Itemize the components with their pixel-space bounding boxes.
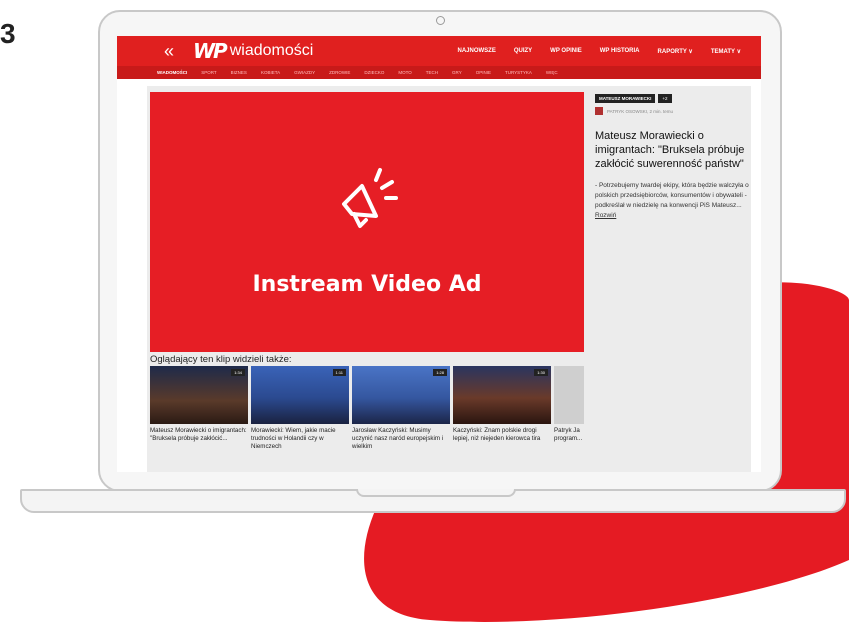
subnav-wiadomosci[interactable]: WIADOMOŚCI <box>157 70 187 75</box>
video-duration: 1:34 <box>231 369 245 376</box>
related-video-2[interactable]: 1:11 Morawiecki: Wiem, jakie macie trudn… <box>251 366 349 451</box>
site-logo[interactable]: WP wiadomości <box>193 39 313 63</box>
logo-text: wiadomości <box>229 42 314 59</box>
video-duration: 1:30 <box>534 369 548 376</box>
nav-raporty[interactable]: RAPORTY ∨ <box>658 48 693 55</box>
video-caption: Kaczyński: Znam polskie drogi lepiej, ni… <box>453 427 541 442</box>
subnav-tech[interactable]: TECH <box>426 70 438 75</box>
tag-count-badge[interactable]: +2 <box>658 94 672 103</box>
related-video-3[interactable]: 1:28 Jarosław Kaczyński: Musimy uczynić … <box>352 366 450 451</box>
ad-label: Instream Video Ad <box>252 272 482 297</box>
tag-row: MATEUSZ MORAWIECKI +2 <box>595 94 755 103</box>
topic-tag[interactable]: MATEUSZ MORAWIECKI <box>595 94 656 103</box>
step-number: 3 <box>0 18 16 49</box>
author-name: PATRYK OSOWSKI, 2 min. temu <box>607 108 674 114</box>
related-video-4[interactable]: 1:30 Kaczyński: Znam polskie drogi lepie… <box>453 366 551 451</box>
back-icon[interactable]: « <box>157 41 181 62</box>
site-header: « WP wiadomości NAJNOWSZE QUIZY WP OPINI… <box>117 36 761 66</box>
video-thumbnail: 1:34 <box>150 366 248 424</box>
video-duration: 1:28 <box>433 369 447 376</box>
megaphone-icon <box>342 168 398 228</box>
author-row: PATRYK OSOWSKI, 2 min. temu <box>595 107 755 115</box>
related-video-5[interactable]: Patryk Ja program... <box>554 366 584 451</box>
video-caption: Patryk Ja program... <box>554 427 583 442</box>
related-video-1[interactable]: 1:34 Mateusz Morawiecki o imigrantach: "… <box>150 366 248 451</box>
nav-tematy[interactable]: TEMATY ∨ <box>711 48 741 55</box>
article-lead: - Potrzebujemy twardej ekipy, która będz… <box>595 181 755 221</box>
article-headline[interactable]: Mateusz Morawiecki o imigrantach: "Bruks… <box>595 129 755 171</box>
wp-logo-icon: WP <box>193 39 228 63</box>
lead-text: - Potrzebujemy twardej ekipy, która będz… <box>595 182 749 209</box>
nav-wp-opinie[interactable]: WP OPINIE <box>550 48 582 55</box>
subnav-biznes[interactable]: BIZNES <box>231 70 247 75</box>
author-avatar <box>595 107 603 115</box>
subnav-zdrowie[interactable]: ZDROWIE <box>329 70 350 75</box>
nav-quizy[interactable]: QUIZY <box>514 48 532 55</box>
subnav-wiecej[interactable]: WIĘC <box>546 70 558 75</box>
camera-icon <box>436 16 445 25</box>
video-thumbnail: 1:30 <box>453 366 551 424</box>
expand-link[interactable]: Rozwiń <box>595 212 616 219</box>
subnav-kobieta[interactable]: KOBIETA <box>261 70 280 75</box>
subnav-gwiazdy[interactable]: GWIAZDY <box>294 70 315 75</box>
video-thumbnail <box>554 366 584 424</box>
related-videos-title: Oglądający ten klip widzieli także: <box>150 354 292 365</box>
video-caption: Mateusz Morawiecki o imigrantach: "Bruks… <box>150 427 247 442</box>
instream-video-ad[interactable]: Instream Video Ad <box>150 92 584 352</box>
video-caption: Jarosław Kaczyński: Musimy uczynić nasz … <box>352 427 444 450</box>
related-videos-strip: 1:34 Mateusz Morawiecki o imigrantach: "… <box>150 366 587 451</box>
video-thumbnail: 1:11 <box>251 366 349 424</box>
nav-najnowsze[interactable]: NAJNOWSZE <box>457 48 495 55</box>
subnav-moto[interactable]: MOTO <box>398 70 411 75</box>
video-thumbnail: 1:28 <box>352 366 450 424</box>
video-caption: Morawiecki: Wiem, jakie macie trudności … <box>251 427 336 450</box>
laptop-notch <box>356 489 516 497</box>
nav-wp-historia[interactable]: WP HISTORIA <box>600 48 640 55</box>
video-duration: 1:11 <box>332 369 346 376</box>
browser-screen: « WP wiadomości NAJNOWSZE QUIZY WP OPINI… <box>117 36 761 472</box>
subnav-dziecko[interactable]: DZIECKO <box>364 70 384 75</box>
subnav-sport[interactable]: SPORT <box>201 70 216 75</box>
subnav-turystyka[interactable]: TURYSTYKA <box>505 70 532 75</box>
top-nav: NAJNOWSZE QUIZY WP OPINIE WP HISTORIA RA… <box>439 48 741 55</box>
subnav-gry[interactable]: GRY <box>452 70 462 75</box>
section-nav: WIADOMOŚCI SPORT BIZNES KOBIETA GWIAZDY … <box>117 66 761 79</box>
article-sidebar: MATEUSZ MORAWIECKI +2 PATRYK OSOWSKI, 2 … <box>595 94 755 221</box>
subnav-opinie[interactable]: OPINIE <box>476 70 491 75</box>
